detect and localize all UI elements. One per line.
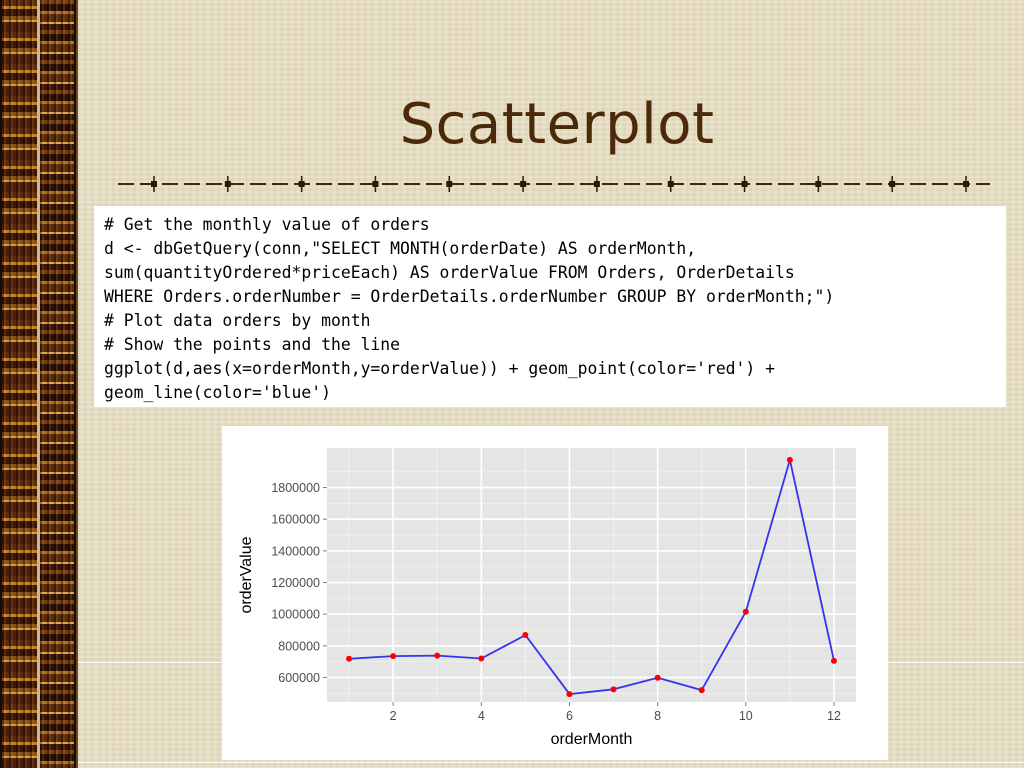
code-line: # Get the monthly value of orders: [104, 215, 430, 234]
data-point: [610, 686, 617, 693]
code-line: # Show the points and the line: [104, 335, 401, 354]
y-tick-label: 1600000: [271, 513, 320, 527]
chart-panel: 2 4 6 8 10 12 600000 800000 1000000 1200000 140000…: [222, 426, 888, 760]
x-tick-label: 8: [654, 709, 661, 723]
code-line: ggplot(d,aes(x=orderMonth,y=orderValue))…: [104, 359, 776, 378]
code-block: # Get the monthly value of orders d <- d…: [94, 206, 1006, 407]
y-axis-label: orderValue: [238, 536, 255, 613]
plot-background: [327, 448, 856, 702]
x-tick-label: 6: [566, 709, 573, 723]
order-value-chart: 2 4 6 8 10 12 600000 800000 1000000 1200000 140000…: [238, 448, 856, 748]
data-point: [786, 456, 793, 463]
data-point: [434, 652, 441, 659]
y-tick-label: 1200000: [271, 576, 320, 590]
data-point: [478, 655, 485, 662]
x-tick-label: 2: [390, 709, 397, 723]
slide-guide-line: [78, 762, 1024, 763]
x-tick-label: 12: [827, 709, 841, 723]
data-point: [654, 674, 661, 681]
y-tick-label: 600000: [278, 671, 320, 685]
code-line: sum(quantityOrdered*priceEach) AS orderV…: [104, 263, 795, 282]
decorative-sidebar: [0, 0, 78, 768]
x-tick-label: 10: [739, 709, 753, 723]
slide-title: Scatterplot: [399, 92, 715, 157]
x-tick-label: 4: [478, 709, 485, 723]
data-point: [830, 657, 837, 664]
code-line: geom_line(color='blue'): [104, 383, 331, 402]
code-line: WHERE Orders.orderNumber = OrderDetails.…: [104, 287, 835, 306]
y-tick-label: 1000000: [271, 608, 320, 622]
data-point: [346, 655, 353, 662]
data-point: [566, 691, 573, 698]
data-point: [698, 687, 705, 694]
sidebar-texture-left: [2, 0, 37, 768]
y-tick-label: 800000: [278, 639, 320, 653]
y-tick-label: 1800000: [271, 481, 320, 495]
y-tick-label: 1400000: [271, 544, 320, 558]
sidebar-texture-right: [39, 0, 74, 768]
code-line: d <- dbGetQuery(conn,"SELECT MONTH(order…: [104, 239, 697, 258]
code-line: # Plot data orders by month: [104, 311, 371, 330]
x-axis-label: orderMonth: [551, 731, 633, 748]
title-decorative-rule: [118, 176, 990, 192]
data-point: [522, 632, 529, 639]
data-point: [390, 653, 397, 660]
data-point: [742, 608, 749, 615]
